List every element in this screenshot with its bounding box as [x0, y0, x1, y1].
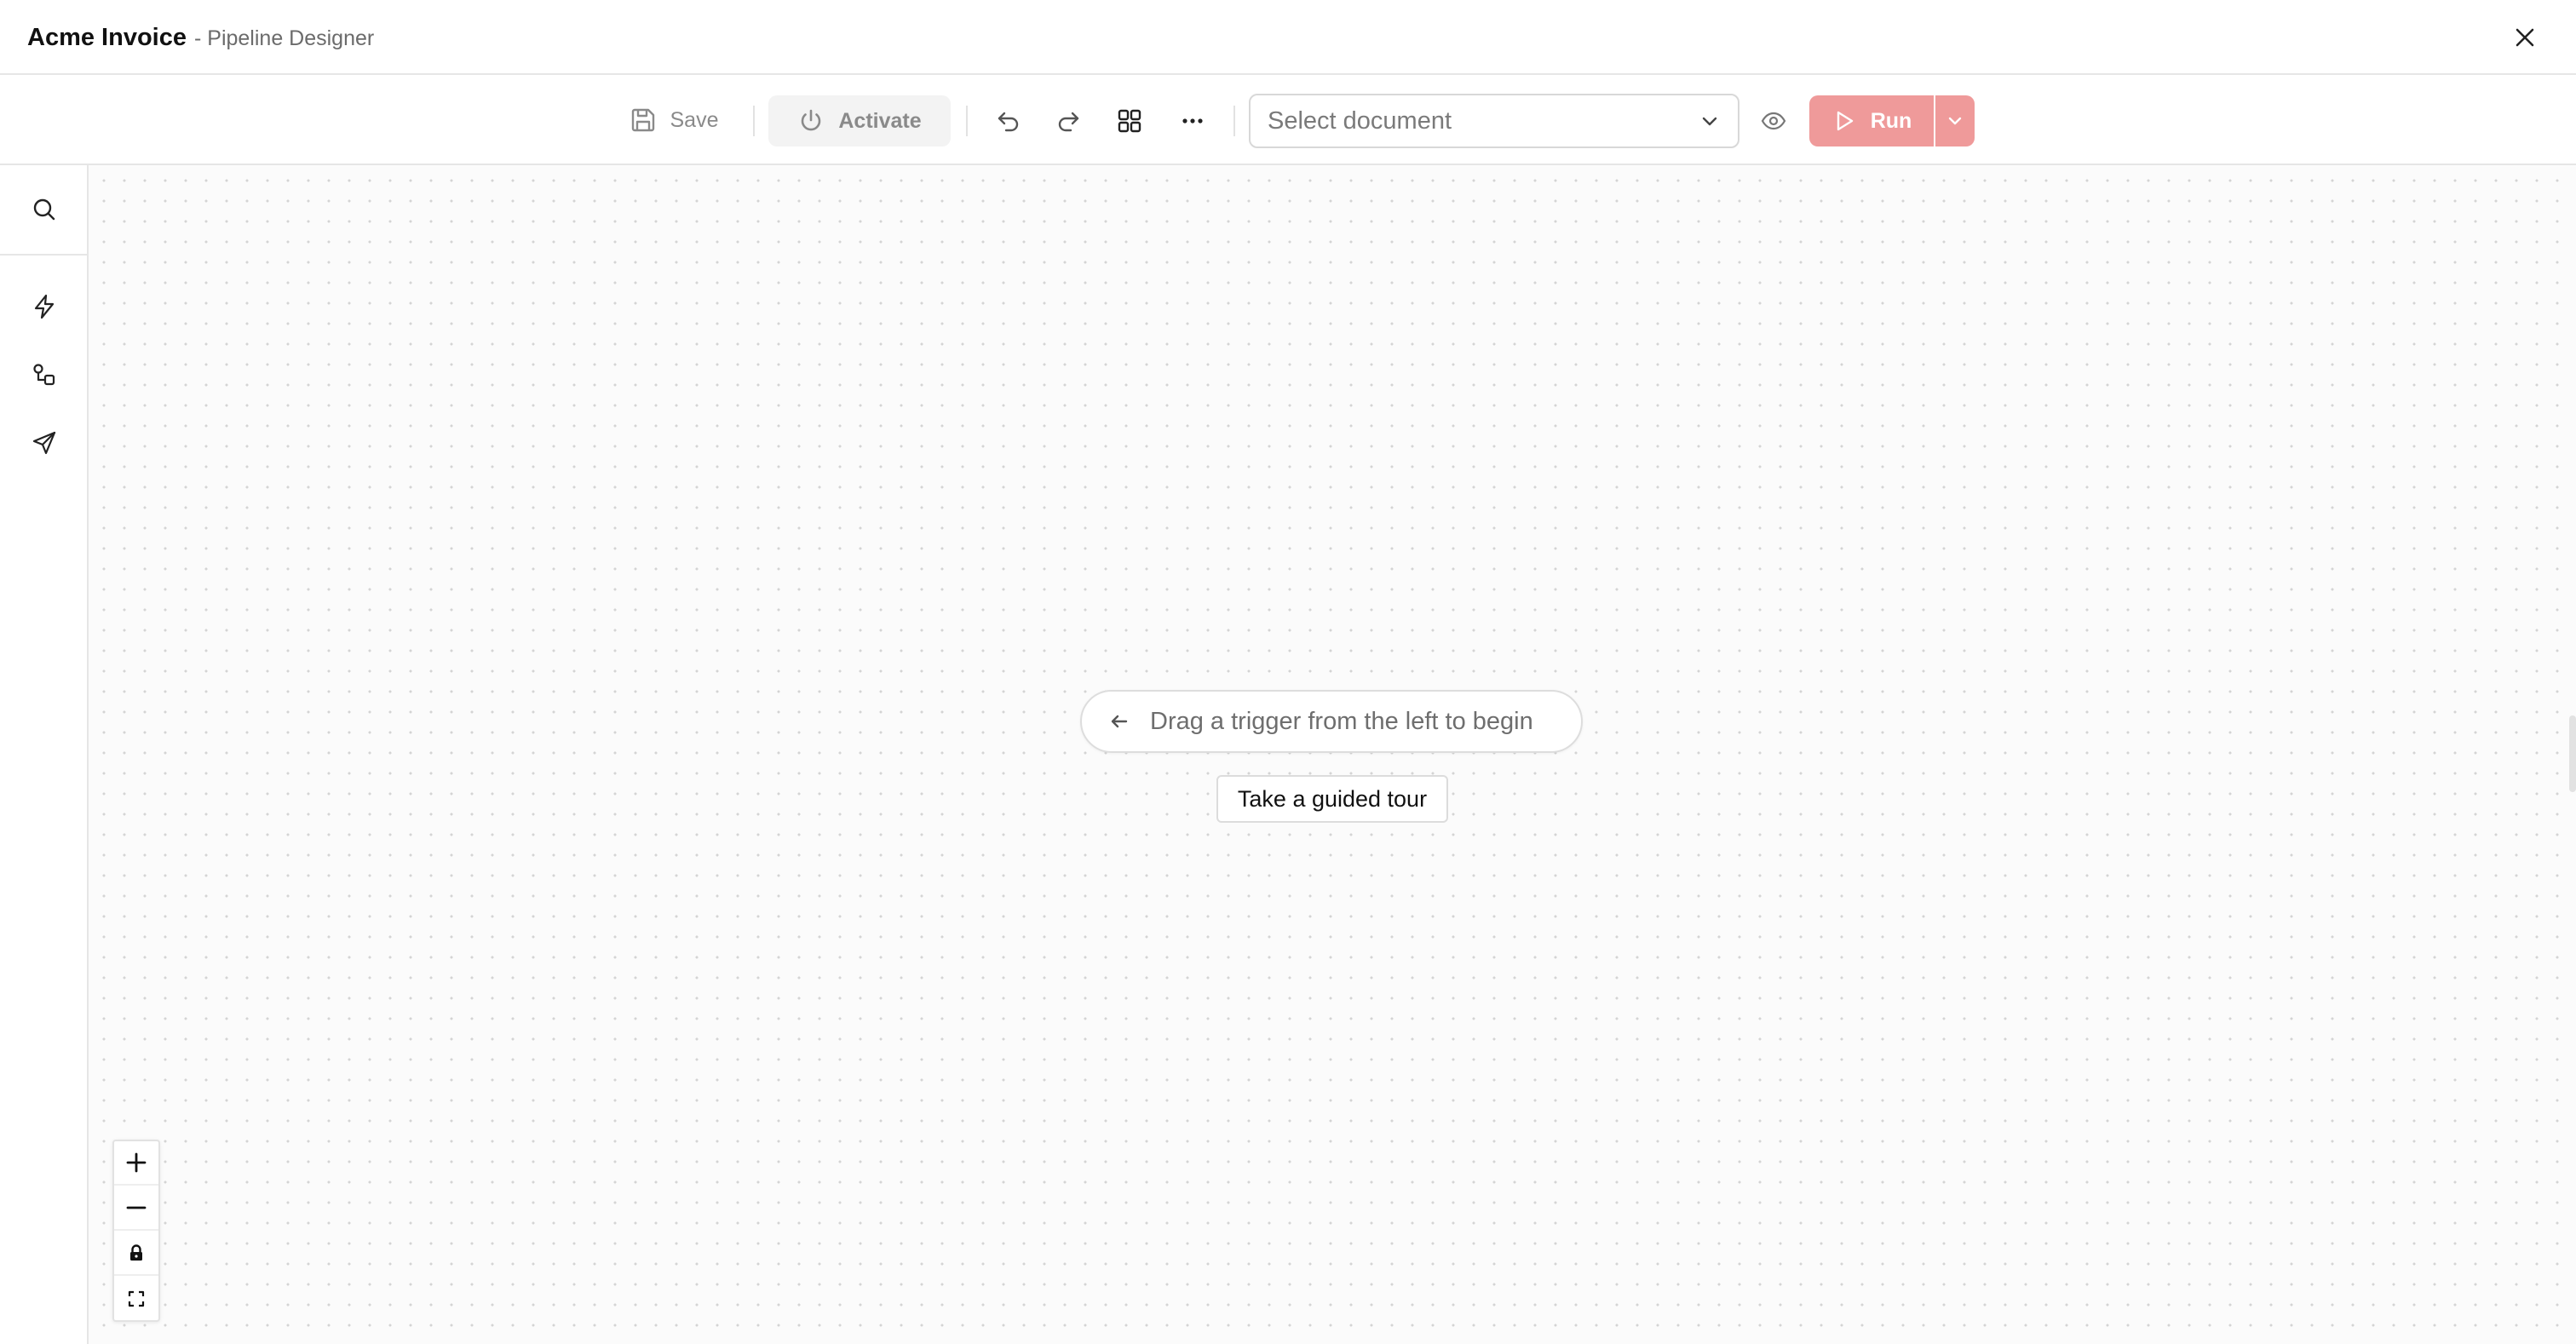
- chevron-down-icon: [1702, 117, 1717, 126]
- document-select[interactable]: Select document: [1249, 94, 1739, 148]
- lock-icon: [130, 1244, 142, 1261]
- rail-steps-button[interactable]: [22, 353, 66, 397]
- send-icon: [32, 431, 56, 455]
- close-icon: [2516, 28, 2534, 47]
- canvas-scrollbar[interactable]: [2569, 715, 2576, 792]
- arrow-left-icon: [1111, 715, 1128, 728]
- play-icon: [1837, 111, 1853, 131]
- activate-label: Activate: [838, 108, 922, 133]
- title-bar: Acme Invoice - Pipeline Designer: [0, 0, 2576, 75]
- fit-view-icon: [128, 1290, 145, 1307]
- eye-icon: [1761, 112, 1786, 130]
- save-icon: [631, 108, 654, 132]
- toolbar-divider: [753, 106, 755, 136]
- rail-outputs-button[interactable]: [22, 421, 66, 465]
- pipeline-canvas[interactable]: Drag a trigger from the left to begin Ta…: [89, 165, 2576, 1344]
- grid-icon: [1118, 109, 1141, 133]
- toolbar: Save Activate Select document Run: [0, 75, 2576, 165]
- rail-triggers-button[interactable]: [22, 284, 66, 329]
- zoom-controls: [112, 1140, 160, 1322]
- toolbar-divider: [966, 106, 968, 136]
- toolbar-divider: [1233, 106, 1235, 136]
- run-options-button[interactable]: [1935, 95, 1975, 146]
- zoom-in-button[interactable]: [114, 1141, 158, 1186]
- plus-icon: [126, 1152, 147, 1173]
- preview-button[interactable]: [1751, 99, 1796, 143]
- minus-icon: [126, 1206, 147, 1209]
- app-subtitle: - Pipeline Designer: [194, 26, 375, 50]
- redo-button[interactable]: [1046, 99, 1090, 143]
- left-rail: [0, 165, 89, 1344]
- more-options-button[interactable]: [1170, 99, 1215, 143]
- document-select-placeholder: Select document: [1268, 106, 1452, 135]
- redo-icon: [1058, 112, 1079, 132]
- more-horizontal-icon: [1182, 118, 1203, 123]
- activate-button[interactable]: Activate: [768, 95, 951, 146]
- empty-state-hint: Drag a trigger from the left to begin: [1080, 690, 1583, 753]
- run-button-group: Run: [1809, 95, 1975, 146]
- zoom-out-button[interactable]: [114, 1186, 158, 1231]
- lightning-icon: [34, 294, 55, 319]
- undo-icon: [998, 112, 1019, 132]
- lock-canvas-button[interactable]: [114, 1232, 158, 1276]
- fit-view-button[interactable]: [114, 1277, 158, 1321]
- layout-grid-button[interactable]: [1107, 99, 1152, 143]
- undo-button[interactable]: [986, 99, 1031, 143]
- save-button[interactable]: Save: [610, 94, 738, 146]
- app-title: Acme Invoice: [27, 24, 187, 51]
- empty-state-hint-text: Drag a trigger from the left to begin: [1150, 707, 1533, 735]
- close-button[interactable]: [2504, 17, 2545, 58]
- chevron-down-icon: [1948, 117, 1962, 125]
- nodes-icon: [33, 364, 55, 386]
- guided-tour-button[interactable]: Take a guided tour: [1216, 775, 1448, 823]
- save-label: Save: [670, 107, 719, 132]
- rail-divider: [0, 254, 87, 256]
- run-label: Run: [1870, 108, 1912, 133]
- search-icon: [33, 198, 55, 221]
- rail-search-button[interactable]: [22, 187, 66, 232]
- power-icon: [802, 109, 821, 131]
- run-button[interactable]: Run: [1809, 95, 1934, 146]
